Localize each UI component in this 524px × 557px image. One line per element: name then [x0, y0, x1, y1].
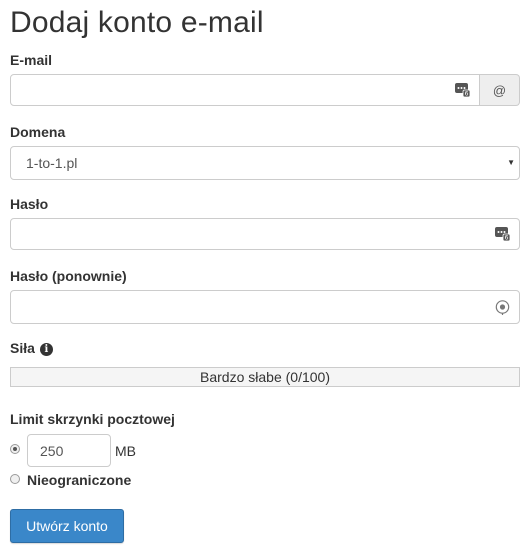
- svg-text:6: 6: [465, 91, 469, 97]
- chevron-down-icon: ▼: [507, 158, 515, 167]
- page-title: Dodaj konto e-mail: [10, 6, 264, 39]
- email-at-addon: @: [480, 74, 520, 106]
- email-input[interactable]: [11, 75, 479, 105]
- password-manager-icon[interactable]: 6: [495, 227, 510, 241]
- quota-limited-radio[interactable]: [10, 444, 20, 454]
- svg-text:6: 6: [505, 235, 509, 241]
- strength-label-row: Siła i: [10, 340, 53, 356]
- domain-selected-value: 1-to-1.pl: [26, 155, 78, 171]
- quota-unlimited-label[interactable]: Nieograniczone: [27, 472, 131, 488]
- email-label: E-mail: [10, 52, 53, 68]
- email-field-wrapper: 6: [10, 74, 480, 106]
- password-repeat-input[interactable]: [11, 291, 519, 323]
- password-label: Hasło: [10, 196, 49, 212]
- password-strength-meter: Bardzo słabe (0/100): [10, 367, 520, 387]
- password-reveal-icon[interactable]: [495, 299, 510, 315]
- strength-label: Siła: [10, 340, 35, 356]
- create-account-button[interactable]: Utwórz konto: [10, 509, 124, 543]
- quota-unit: MB: [115, 443, 136, 459]
- quota-input[interactable]: 250: [27, 434, 111, 467]
- password-repeat-field-wrapper: [10, 290, 520, 324]
- quota-label: Limit skrzynki pocztowej: [10, 411, 175, 427]
- password-repeat-label: Hasło (ponownie): [10, 268, 127, 284]
- info-icon[interactable]: i: [39, 343, 53, 356]
- strength-text: Bardzo słabe (0/100): [200, 369, 330, 385]
- quota-unlimited-radio[interactable]: [10, 474, 20, 484]
- password-manager-icon[interactable]: 6: [455, 83, 470, 97]
- password-field-wrapper: 6: [10, 218, 520, 250]
- domain-select[interactable]: 1-to-1.pl ▼: [10, 146, 520, 180]
- password-input[interactable]: [11, 219, 519, 249]
- domain-label: Domena: [10, 124, 66, 140]
